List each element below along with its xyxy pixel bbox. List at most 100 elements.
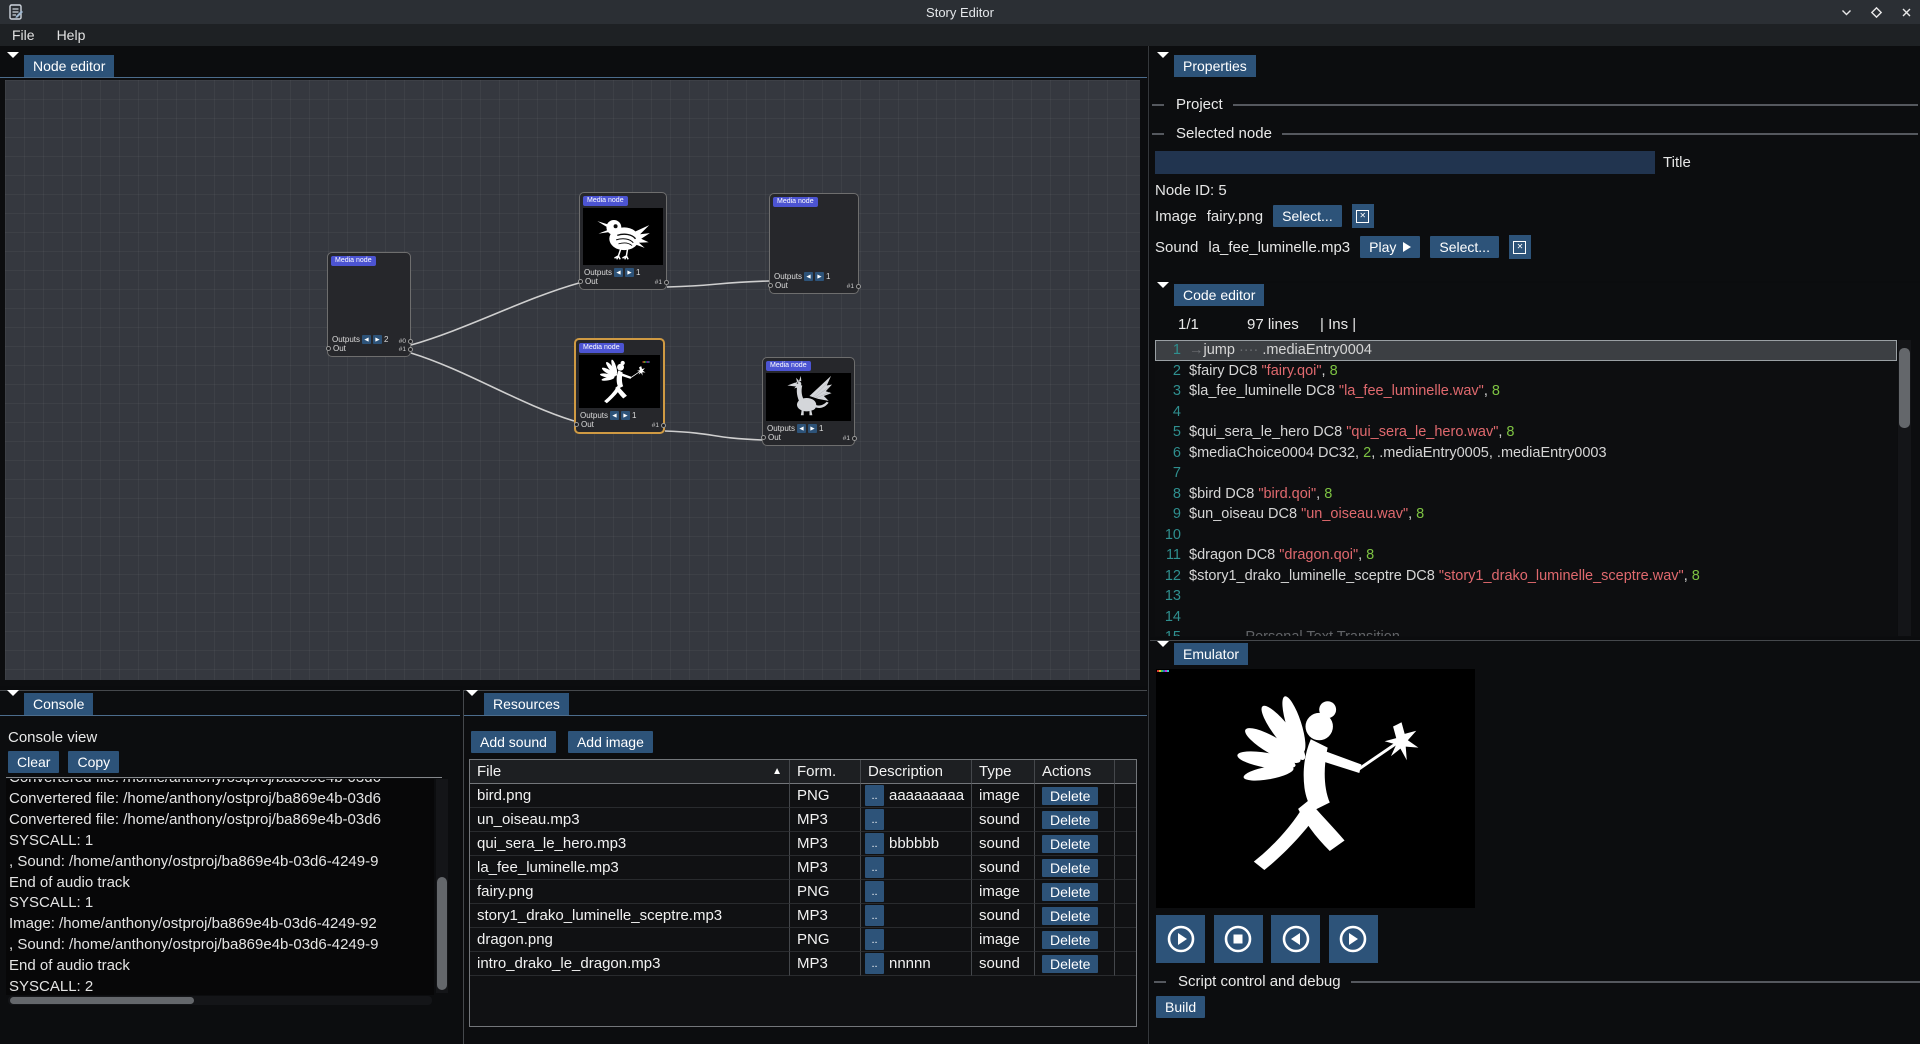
column-header-type[interactable]: Type — [972, 760, 1035, 784]
delete-button[interactable]: Delete — [1042, 835, 1098, 853]
sound-clear-button[interactable]: ✕ — [1509, 235, 1531, 259]
edit-description-button[interactable]: .. — [865, 929, 884, 950]
code-token: jump — [1204, 340, 1235, 361]
format-cell: MP3 — [790, 856, 861, 880]
collapse-panel-icon[interactable] — [1157, 58, 1170, 69]
add-image-button[interactable]: Add image — [568, 731, 653, 753]
emulator-forward-button[interactable] — [1329, 915, 1378, 963]
delete-button[interactable]: Delete — [1042, 787, 1098, 805]
tab-properties[interactable]: Properties — [1174, 55, 1256, 77]
increment-outputs-button[interactable]: ▶ — [373, 335, 382, 344]
type-cell: image — [972, 928, 1035, 952]
type-cell: sound — [972, 952, 1035, 976]
title-input[interactable] — [1155, 151, 1655, 174]
decrement-outputs-button[interactable]: ◀ — [797, 424, 806, 433]
collapse-panel-icon[interactable] — [7, 58, 20, 69]
project-group-label: Project — [1176, 96, 1223, 113]
tab-console[interactable]: Console — [24, 693, 93, 715]
build-button[interactable]: Build — [1156, 996, 1205, 1018]
column-header-spacer — [1115, 760, 1136, 784]
column-header-form[interactable]: Form. — [790, 760, 861, 784]
tab-code-editor[interactable]: Code editor — [1174, 284, 1264, 306]
code-token: "qui_sera_le_hero.wav" — [1346, 422, 1498, 443]
panel-splitter[interactable] — [1148, 46, 1149, 1044]
edit-description-button[interactable]: .. — [865, 857, 884, 878]
increment-outputs-button[interactable]: ▶ — [808, 424, 817, 433]
node-type-label: Media node — [331, 256, 376, 266]
image-select-button[interactable]: Select... — [1273, 205, 1342, 227]
code-text-area[interactable]: 1→jump ···· .mediaEntry00042$fairy DC8 "… — [1155, 340, 1897, 636]
collapse-panel-icon[interactable] — [7, 696, 20, 707]
image-clear-button[interactable]: ✕ — [1352, 204, 1374, 228]
code-vertical-scrollbar[interactable] — [1898, 340, 1911, 636]
edit-description-button[interactable]: .. — [865, 953, 884, 974]
sound-select-button[interactable]: Select... — [1430, 236, 1499, 258]
column-header-description[interactable]: Description — [861, 760, 972, 784]
delete-button[interactable]: Delete — [1042, 907, 1098, 925]
increment-outputs-button[interactable]: ▶ — [621, 411, 630, 420]
add-sound-button[interactable]: Add sound — [471, 731, 556, 753]
collapse-panel-icon[interactable] — [466, 696, 479, 707]
console-horizontal-scrollbar[interactable] — [8, 996, 432, 1005]
decrement-outputs-button[interactable]: ◀ — [362, 335, 371, 344]
node-graph-canvas[interactable]: Media nodeOutputs◀▶2Out#0#1Media nodeOut… — [5, 80, 1140, 680]
delete-button[interactable]: Delete — [1042, 931, 1098, 949]
emulator-stop-button[interactable] — [1214, 915, 1263, 963]
graph-node-bird[interactable]: Media nodeOutputs◀▶1Out#1 — [579, 192, 667, 290]
tab-node-editor[interactable]: Node editor — [24, 55, 114, 77]
line-number: 15 — [1155, 627, 1189, 636]
graph-node-fairy[interactable]: Media nodeOutputs◀▶1Out#1 — [574, 338, 665, 434]
tab-emulator[interactable]: Emulator — [1174, 643, 1248, 665]
console-log-line: Convertered file: /home/anthony/ostproj/… — [9, 779, 434, 789]
node-output-pins: #1 — [655, 279, 669, 286]
boxed-x-icon: ✕ — [1356, 210, 1369, 223]
outputs-label: Outputs — [332, 335, 360, 344]
edit-description-button[interactable]: .. — [865, 905, 884, 926]
tab-resources[interactable]: Resources — [484, 693, 569, 715]
clear-button[interactable]: Clear — [8, 751, 59, 773]
copy-button[interactable]: Copy — [68, 751, 119, 773]
delete-button[interactable]: Delete — [1042, 955, 1098, 973]
menu-item-file[interactable]: File — [12, 27, 35, 43]
node-input-row: Out — [580, 277, 666, 289]
increment-outputs-button[interactable]: ▶ — [625, 268, 634, 277]
delete-button[interactable]: Delete — [1042, 859, 1098, 877]
column-header-file[interactable]: File▲ — [470, 760, 790, 784]
menu-item-help[interactable]: Help — [57, 27, 86, 43]
column-header-actions[interactable]: Actions — [1035, 760, 1115, 784]
sound-play-button[interactable]: Play — [1360, 236, 1420, 258]
emulator-play-button[interactable] — [1156, 915, 1205, 963]
maximize-icon[interactable] — [1868, 4, 1884, 20]
minimize-icon[interactable] — [1838, 4, 1854, 20]
delete-button[interactable]: Delete — [1042, 883, 1098, 901]
node-input-row: Out — [328, 344, 410, 356]
outputs-count: 1 — [819, 424, 823, 433]
edit-description-button[interactable]: .. — [865, 833, 884, 854]
emulator-back-button[interactable] — [1271, 915, 1320, 963]
code-token: 8 — [1324, 484, 1332, 505]
decrement-outputs-button[interactable]: ◀ — [614, 268, 623, 277]
collapse-panel-icon[interactable] — [1157, 647, 1170, 658]
delete-button[interactable]: Delete — [1042, 811, 1098, 829]
console-vertical-scrollbar[interactable] — [436, 779, 448, 993]
edit-description-button[interactable]: .. — [865, 881, 884, 902]
graph-node-dragon[interactable]: Media nodeOutputs◀▶1Out#1 — [762, 357, 855, 446]
outputs-count: 2 — [384, 335, 388, 344]
edit-description-button[interactable]: .. — [865, 785, 884, 806]
graph-node[interactable]: Media nodeOutputs◀▶1Out#1 — [769, 193, 859, 294]
input-pin — [768, 283, 773, 288]
collapse-panel-icon[interactable] — [1157, 288, 1170, 299]
graph-node[interactable]: Media nodeOutputs◀▶2Out#0#1 — [327, 252, 411, 357]
format-cell: PNG — [790, 880, 861, 904]
decrement-outputs-button[interactable]: ◀ — [610, 411, 619, 420]
edit-description-button[interactable]: .. — [865, 809, 884, 830]
decrement-outputs-button[interactable]: ◀ — [804, 272, 813, 281]
increment-outputs-button[interactable]: ▶ — [815, 272, 824, 281]
node-id-label: Node ID: 5 — [1155, 182, 1227, 199]
close-icon[interactable] — [1898, 4, 1914, 20]
code-line: 11$dragon DC8 "dragon.qoi", 8 — [1155, 545, 1897, 566]
actions-cell: Delete — [1035, 856, 1115, 880]
description-text: aaaaaaaaa — [889, 787, 964, 804]
description-cell: ..nnnnn — [861, 952, 972, 976]
console-log[interactable]: Convertered file: /home/anthony/ostproj/… — [6, 779, 434, 995]
